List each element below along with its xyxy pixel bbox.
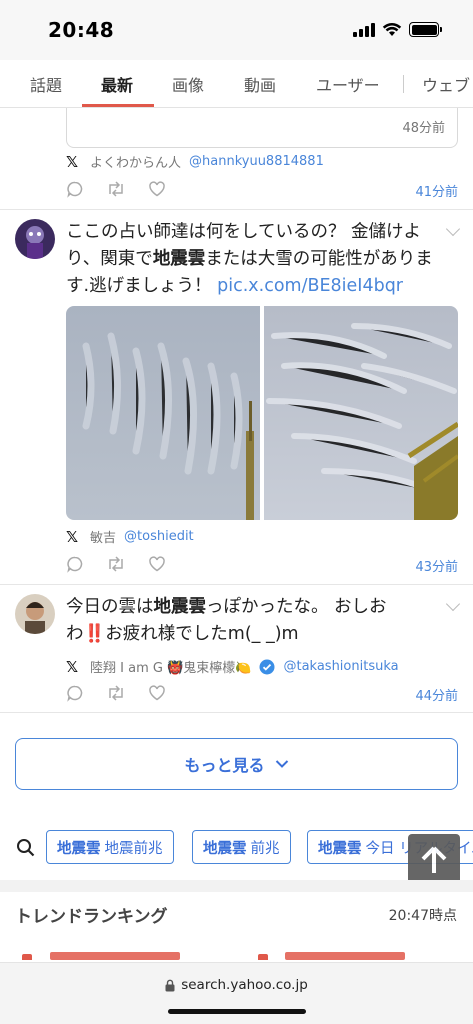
status-time: 20:48 [48,18,115,42]
tab-bar: 話題 最新 画像 動画 ユーザー ウェブ [0,60,473,108]
quoted-post-time: 48分前 [402,121,445,136]
lock-icon [165,979,175,991]
like-icon[interactable] [148,180,166,198]
double-exclamation-emoji: ‼️ [83,624,106,644]
tab-images[interactable]: 画像 [172,72,204,96]
post-link[interactable]: pic.x.com/BE8ieI4bqr [217,276,403,296]
author-handle[interactable]: @hannkyuu8814881 [189,154,324,169]
post-text: ここの占い師達は何をしているの？ 金儲けよ り、関東で地震雲または大雪の可能性が… [66,222,433,296]
browser-url-bar[interactable]: search.yahoo.co.jp [0,962,473,1024]
url-text: search.yahoo.co.jp [181,977,308,993]
author-name: 陸翔 I am G 👹鬼束檸檬🍋 [90,661,252,676]
tab-videos[interactable]: 動画 [244,72,276,96]
post-separator [0,584,473,585]
post-text: 今日の雲は地震雲っぽかったな。 おしお わ‼️お疲れ様でしたm(_ _)m [66,597,387,644]
like-icon[interactable] [148,684,166,702]
home-indicator [168,1009,306,1014]
x-logo-icon: 𝕏 [66,152,79,171]
status-bar: 20:48 [0,0,473,60]
retweet-icon[interactable] [106,684,126,702]
x-logo-icon: 𝕏 [66,657,79,676]
post-images[interactable] [66,306,458,520]
show-more-button[interactable]: もっと見る [15,738,458,790]
post-time[interactable]: 44分前 [415,685,458,704]
signal-icon [353,22,375,37]
avatar[interactable] [15,219,55,259]
author-name: 敏吉 [90,531,117,546]
cloud-photo-left[interactable] [66,306,260,520]
post-author[interactable]: 𝕏 敏吉 @toshiedit [66,527,194,547]
trend-ranking-title: トレンドランキング [15,907,168,927]
author-handle[interactable]: @toshiedit [124,529,194,544]
x-logo-icon: 𝕏 [66,527,79,546]
reply-icon[interactable] [66,555,84,573]
status-icons [353,22,442,37]
tab-latest[interactable]: 最新 [101,72,133,96]
verified-icon [259,659,275,674]
chevron-down-icon [275,760,288,768]
post-separator [0,209,473,210]
reply-icon[interactable] [66,180,84,198]
tab-users[interactable]: ユーザー [316,72,380,96]
post-actions [66,555,166,573]
active-tab-indicator [82,104,154,107]
tab-trending[interactable]: 話題 [30,72,62,96]
retweet-icon[interactable] [106,180,126,198]
related-searches: 地震雲地震前兆 地震雲前兆 地震雲今日 リアルタイム [0,828,473,868]
section-divider [0,880,473,892]
scroll-to-top-button[interactable] [408,834,460,886]
post-time[interactable]: 41分前 [415,181,458,200]
reply-icon[interactable] [66,684,84,702]
quoted-post-card[interactable]: 48分前 [66,108,458,148]
arrow-up-icon [421,846,447,873]
chevron-down-icon[interactable] [445,596,461,612]
post-author[interactable]: 𝕏 よくわからん人 @hannkyuu8814881 [66,152,324,172]
search-icon [17,839,35,857]
cloud-photo-right[interactable] [264,306,458,520]
post-actions [66,684,166,702]
tab-divider [403,75,404,93]
chevron-down-icon[interactable] [445,221,461,237]
tab-web[interactable]: ウェブ [422,72,470,96]
post-actions [66,180,166,198]
post-time[interactable]: 43分前 [415,556,458,575]
retweet-icon[interactable] [106,555,126,573]
trend-updated-time: 20:47時点 [388,908,457,924]
avatar[interactable] [15,594,55,634]
post-separator [0,712,473,713]
lemon-emoji: 🍋 [235,661,252,676]
like-icon[interactable] [148,555,166,573]
related-search-chip[interactable]: 地震雲 地震前兆 [46,830,174,864]
related-search-chip[interactable]: 地震雲 前兆 [192,830,291,864]
trend-list-peek [0,950,473,960]
ogre-emoji: 👹 [167,661,184,676]
battery-icon [409,22,442,37]
author-name: よくわからん人 [90,156,182,171]
wifi-icon [382,22,402,36]
author-handle[interactable]: @takashionitsuka [283,659,398,674]
post-author[interactable]: 𝕏 陸翔 I am G 👹鬼束檸檬🍋 @takashionitsuka [66,657,399,677]
